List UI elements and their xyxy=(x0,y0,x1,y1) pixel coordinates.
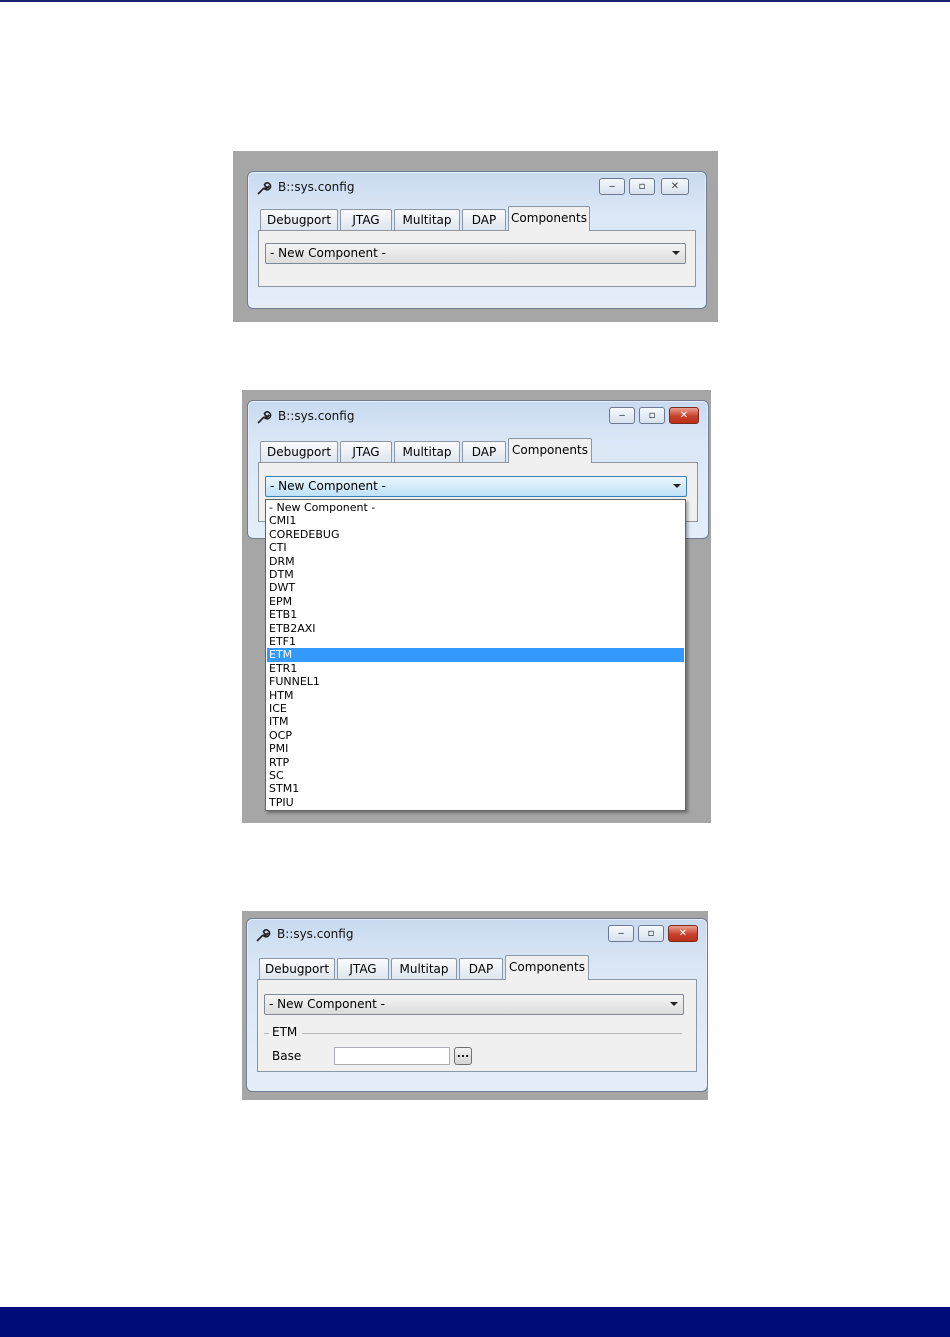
dropdown-option[interactable]: CTI xyxy=(267,541,684,554)
dropdown-option[interactable]: PMI xyxy=(267,742,684,755)
maximize-button[interactable]: ▫ xyxy=(629,178,655,195)
close-icon: ✕ xyxy=(678,928,688,939)
dropdown-option[interactable]: RTP xyxy=(267,756,684,769)
tab-dap[interactable]: DAP xyxy=(462,209,506,230)
minimize-icon: ‒ xyxy=(617,928,625,939)
title-bar[interactable]: B::sys.config ‒ ▫ ✕ xyxy=(256,407,700,427)
dropdown-option[interactable]: STM1 xyxy=(267,782,684,795)
dropdown-option[interactable]: ETF1 xyxy=(267,635,684,648)
maximize-icon: ▫ xyxy=(648,410,656,421)
dropdown-option[interactable]: ITM xyxy=(267,715,684,728)
tab-debugport[interactable]: Debugport xyxy=(260,209,338,230)
tab-multitap[interactable]: Multitap xyxy=(394,209,460,230)
tab-components[interactable]: Components xyxy=(508,438,592,463)
component-dropdown-list[interactable]: - New Component - CMI1 COREDEBUG CTI DRM DTM D… xyxy=(265,499,686,811)
dropdown-option[interactable]: TPIU xyxy=(267,796,684,809)
dropdown-option[interactable]: FUNNEL1 xyxy=(267,675,684,688)
components-panel: - New Component - xyxy=(258,230,696,287)
tab-debugport[interactable]: Debugport xyxy=(259,958,335,979)
close-button[interactable]: ✕ xyxy=(669,407,699,424)
group-divider-left xyxy=(264,1033,269,1034)
component-select[interactable]: - New Component - xyxy=(265,243,686,264)
component-select[interactable]: - New Component - xyxy=(265,476,687,497)
screenshot-1: B::sys.config ‒ ▫ ✕ Debugport JTAG Multi… xyxy=(233,151,718,322)
title-bar[interactable]: B::sys.config ‒ ▫ ✕ xyxy=(255,925,699,945)
dropdown-option[interactable]: ETR1 xyxy=(267,662,684,675)
dropdown-option[interactable]: ETB2AXI xyxy=(267,622,684,635)
wrench-icon xyxy=(257,411,272,424)
chevron-down-icon xyxy=(670,1002,678,1006)
tab-jtag[interactable]: JTAG xyxy=(337,958,389,979)
maximize-icon: ▫ xyxy=(647,928,655,939)
base-label: Base xyxy=(272,1049,302,1063)
chevron-down-icon xyxy=(672,251,680,255)
footer-bar xyxy=(0,1307,950,1337)
minimize-button[interactable]: ‒ xyxy=(608,925,634,942)
screenshot-2: B::sys.config ‒ ▫ ✕ Debugport JTAG Multi… xyxy=(242,390,711,823)
screenshot-3: B::sys.config ‒ ▫ ✕ Debugport JTAG Multi… xyxy=(242,911,708,1100)
dropdown-option[interactable]: - New Component - xyxy=(267,501,684,514)
window-title: B::sys.config xyxy=(277,927,354,941)
tab-components[interactable]: Components xyxy=(505,955,589,980)
browse-button[interactable]: ... xyxy=(454,1047,472,1065)
wrench-icon xyxy=(256,929,271,942)
tab-multitap[interactable]: Multitap xyxy=(391,958,457,979)
wrench-icon xyxy=(257,182,272,195)
dropdown-option[interactable]: DTM xyxy=(267,568,684,581)
dropdown-option[interactable]: DRM xyxy=(267,555,684,568)
top-rule xyxy=(0,0,950,2)
component-select[interactable]: - New Component - xyxy=(264,994,684,1015)
tab-dap[interactable]: DAP xyxy=(462,441,506,462)
window-title: B::sys.config xyxy=(278,180,355,194)
dropdown-option[interactable]: CMI1 xyxy=(267,514,684,527)
dropdown-option[interactable]: HTM xyxy=(267,689,684,702)
dropdown-option[interactable]: ETM xyxy=(267,648,684,662)
etm-group-title: ETM xyxy=(272,1025,298,1039)
component-select-value: - New Component - xyxy=(270,479,386,493)
dropdown-option[interactable]: OCP xyxy=(267,729,684,742)
tab-components[interactable]: Components xyxy=(508,206,590,231)
close-button[interactable]: ✕ xyxy=(661,178,689,195)
close-icon: ✕ xyxy=(670,181,680,192)
component-select-value: - New Component - xyxy=(269,997,385,1011)
dropdown-option[interactable]: ETB1 xyxy=(267,608,684,621)
title-bar[interactable]: B::sys.config ‒ ▫ ✕ xyxy=(256,178,698,198)
chevron-down-icon xyxy=(673,484,681,488)
group-divider xyxy=(302,1033,682,1034)
minimize-icon: ‒ xyxy=(618,410,626,421)
tab-dap[interactable]: DAP xyxy=(459,958,503,979)
tab-jtag[interactable]: JTAG xyxy=(340,209,392,230)
dropdown-option[interactable]: ICE xyxy=(267,702,684,715)
maximize-icon: ▫ xyxy=(638,181,646,192)
sys-config-window-3: B::sys.config ‒ ▫ ✕ Debugport JTAG Multi… xyxy=(246,918,708,1092)
dropdown-option[interactable]: SC xyxy=(267,769,684,782)
base-input[interactable] xyxy=(334,1047,450,1065)
maximize-button[interactable]: ▫ xyxy=(639,407,665,424)
tab-debugport[interactable]: Debugport xyxy=(260,441,338,462)
component-select-value: - New Component - xyxy=(270,246,386,260)
dropdown-option[interactable]: DWT xyxy=(267,581,684,594)
sys-config-window-1: B::sys.config ‒ ▫ ✕ Debugport JTAG Multi… xyxy=(247,171,707,309)
minimize-button[interactable]: ‒ xyxy=(609,407,635,424)
dropdown-option[interactable]: COREDEBUG xyxy=(267,528,684,541)
components-panel: - New Component - ETM Base ... xyxy=(257,979,697,1072)
tab-multitap[interactable]: Multitap xyxy=(394,441,460,462)
close-button[interactable]: ✕ xyxy=(668,925,698,942)
minimize-icon: ‒ xyxy=(608,181,616,192)
maximize-button[interactable]: ▫ xyxy=(638,925,664,942)
dropdown-option[interactable]: EPM xyxy=(267,595,684,608)
close-icon: ✕ xyxy=(679,410,689,421)
window-title: B::sys.config xyxy=(278,409,355,423)
tab-jtag[interactable]: JTAG xyxy=(340,441,392,462)
minimize-button[interactable]: ‒ xyxy=(599,178,625,195)
